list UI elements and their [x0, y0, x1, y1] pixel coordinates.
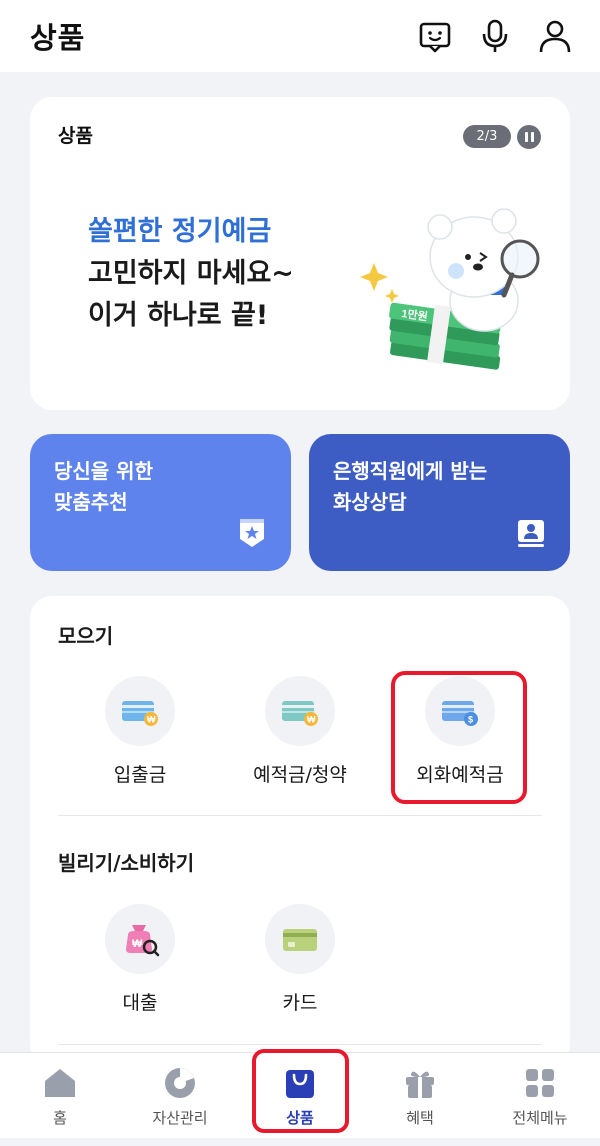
recommend-badge-icon — [240, 519, 264, 547]
nav-label-assets: 자산관리 — [152, 1109, 208, 1127]
svg-text:₩: ₩ — [132, 938, 143, 950]
tile-recommend-line2: 맞춤추천 — [54, 490, 128, 514]
banner-subline-1: 고민하지 마세요~ — [88, 258, 294, 289]
banner-pager: 2/3 — [463, 125, 511, 148]
tile-recommend-line1: 당신을 위한 — [54, 459, 153, 483]
foreign-currency-highlight — [391, 671, 527, 804]
deposit-card-icon: ₩ — [105, 676, 175, 746]
product-categories-card: 모으기 ₩ 입출금 ₩ 예적금/청약 $ 외화예적금 빌리기/소비하기 ₩ 대출… — [30, 596, 570, 1066]
product-label-loan: 대출 — [122, 992, 158, 1014]
nav-item-all-menu[interactable]: 전체메뉴 — [480, 1053, 600, 1138]
tile-consult-text: 은행직원에게 받는 화상상담 — [333, 456, 487, 518]
nav-item-home[interactable]: 홈 — [0, 1053, 120, 1138]
nav-label-all-menu: 전체메뉴 — [512, 1109, 568, 1127]
video-consult-tile[interactable]: 은행직원에게 받는 화상상담 — [309, 434, 570, 571]
loan-bag-icon: ₩ — [105, 904, 175, 974]
save-section-title: 모으기 — [58, 624, 114, 648]
home-icon — [42, 1065, 78, 1101]
video-consult-icon — [518, 520, 544, 547]
products-nav-highlight — [252, 1049, 349, 1133]
bottom-safe-area — [0, 1138, 600, 1146]
mascot-bear-illustration: 1만원 — [360, 208, 540, 370]
pause-button[interactable] — [517, 125, 541, 149]
tile-recommend-text: 당신을 위한 맞춤추천 — [54, 456, 153, 518]
user-icon[interactable] — [538, 19, 572, 53]
banner-subline-2: 이거 하나로 끝! — [88, 300, 269, 331]
credit-card-icon — [265, 904, 335, 974]
nav-item-assets[interactable]: 자산관리 — [120, 1053, 240, 1138]
page-title: 상품 — [30, 21, 86, 55]
banner-headline: 쏠편한 정기예금 — [88, 216, 272, 247]
product-item-deposit[interactable]: ₩ 입출금 — [65, 676, 215, 787]
grid-menu-icon — [522, 1065, 558, 1101]
section-divider-bottom — [58, 1044, 542, 1045]
nav-item-benefits[interactable]: 혜택 — [360, 1053, 480, 1138]
chatbot-icon[interactable] — [418, 19, 452, 53]
nav-label-home: 홈 — [53, 1109, 67, 1127]
svg-text:₩: ₩ — [307, 715, 316, 725]
tile-consult-line1: 은행직원에게 받는 — [333, 459, 488, 483]
gift-icon — [402, 1065, 438, 1101]
nav-label-benefits: 혜택 — [406, 1109, 434, 1127]
section-divider — [58, 815, 542, 816]
product-label-savings: 예적금/청약 — [253, 764, 347, 786]
borrow-section-title: 빌리기/소비하기 — [58, 851, 195, 875]
personal-recommendation-tile[interactable]: 당신을 위한 맞춤추천 — [30, 434, 291, 571]
product-item-loan[interactable]: ₩ 대출 — [65, 904, 215, 1015]
product-label-deposit: 입출금 — [113, 764, 167, 786]
product-item-savings[interactable]: ₩ 예적금/청약 — [225, 676, 375, 787]
tile-consult-line2: 화상상담 — [333, 490, 407, 514]
svg-text:₩: ₩ — [147, 715, 156, 725]
product-label-card: 카드 — [282, 992, 318, 1014]
banner-copy: 쏠편한 정기예금 고민하지 마세요~ 이거 하나로 끝! — [88, 211, 294, 337]
microphone-icon[interactable] — [478, 19, 512, 53]
savings-card-icon: ₩ — [265, 676, 335, 746]
promo-banner[interactable]: 상품 2/3 쏠편한 정기예금 고민하지 마세요~ 이거 하나로 끝! 1만원 — [30, 97, 570, 410]
header-actions — [418, 19, 572, 53]
pie-chart-icon — [162, 1065, 198, 1101]
app-header: 상품 — [0, 0, 600, 72]
product-item-card[interactable]: 카드 — [225, 904, 375, 1015]
banner-section-label: 상품 — [58, 125, 93, 147]
